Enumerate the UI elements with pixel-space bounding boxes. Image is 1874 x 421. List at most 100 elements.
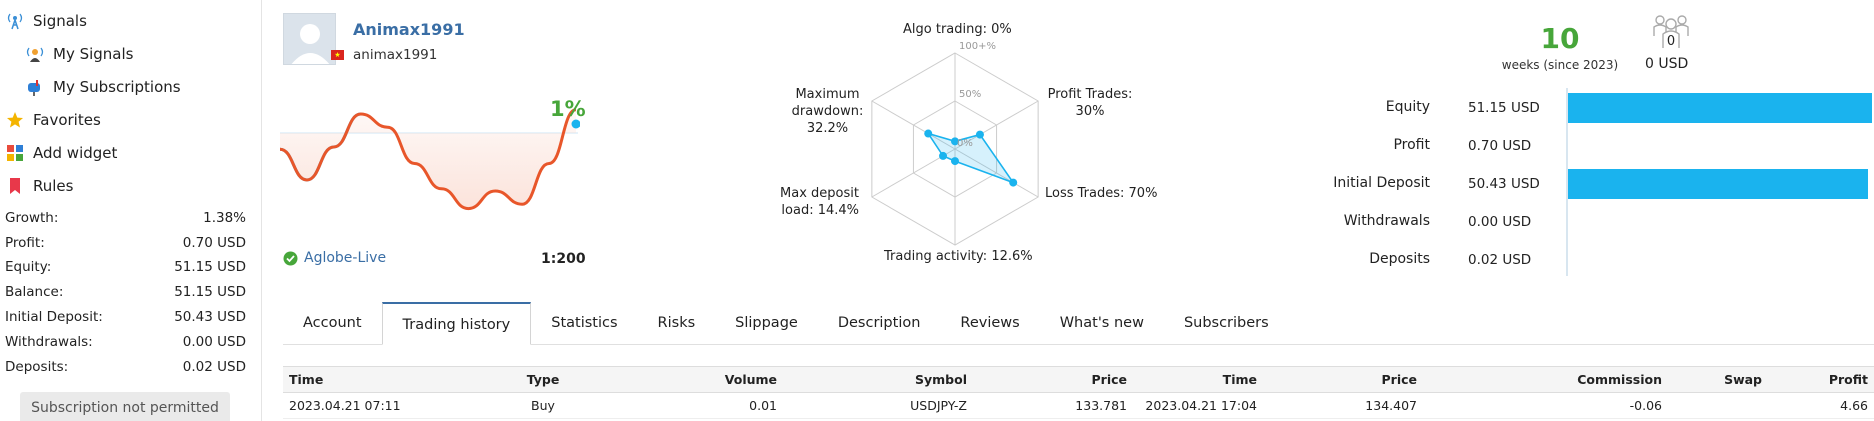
- broker-name: Aglobe-Live: [304, 250, 387, 266]
- stat-withdrawals: Withdrawals: 0.00 USD: [5, 334, 246, 350]
- tab-trading-history[interactable]: Trading history: [381, 302, 532, 345]
- author-login: animax1991: [353, 47, 438, 63]
- nav-my-subscriptions-label: My Subscriptions: [53, 78, 181, 96]
- stat-value: 0.70 USD: [182, 235, 246, 251]
- bar-label-equity: Equity: [1385, 99, 1430, 115]
- bar-label-profit: Profit: [1393, 137, 1430, 153]
- weeks-label: weeks (since 2023): [1501, 58, 1619, 72]
- bar-label-initial-deposit: Initial Deposit: [1333, 175, 1430, 191]
- subscribers-usd: 0 USD: [1645, 56, 1689, 72]
- sidebar: Signals My Signals My Subscriptions Favo…: [0, 0, 262, 421]
- col-symbol[interactable]: Symbol: [783, 366, 973, 393]
- avatar[interactable]: [283, 13, 336, 65]
- col-close-time[interactable]: Time: [1133, 366, 1263, 393]
- radar-label-profit-value: 30%: [1075, 104, 1105, 119]
- stat-value: 0.02 USD: [182, 359, 246, 375]
- verified-check-icon: [283, 251, 298, 265]
- tab-risks[interactable]: Risks: [638, 302, 716, 345]
- cell-close-time: 2023.04.21 17:04: [1133, 392, 1263, 419]
- broker-link[interactable]: Aglobe-Live: [283, 250, 386, 266]
- stat-equity: Equity: 51.15 USD: [5, 259, 246, 275]
- stat-value: 51.15 USD: [174, 284, 246, 300]
- radar-label-loss: Loss Trades: 70%: [1045, 186, 1158, 201]
- bar-label-withdrawals: Withdrawals: [1343, 213, 1430, 229]
- stat-value: 50.43 USD: [174, 309, 246, 325]
- tab-description[interactable]: Description: [818, 302, 941, 345]
- bar-value-deposits: 0.02 USD: [1468, 252, 1532, 268]
- bookmark-icon: [5, 176, 25, 196]
- bar-value-initial-deposit: 50.43 USD: [1468, 176, 1540, 192]
- col-commission[interactable]: Commission: [1423, 366, 1668, 393]
- nav-favorites[interactable]: Favorites: [5, 110, 101, 130]
- radar-label-drawdown-2: drawdown:: [791, 104, 864, 119]
- bar-fill-equity: [1567, 93, 1872, 123]
- col-swap[interactable]: Swap: [1668, 366, 1768, 393]
- radar-point: [975, 130, 984, 139]
- stat-initial-deposit: Initial Deposit: 50.43 USD: [5, 309, 246, 325]
- tab-whats-new[interactable]: What's new: [1040, 302, 1164, 345]
- cell-volume: 0.01: [593, 392, 783, 419]
- radar-label-activity: Trading activity: 12.6%: [884, 249, 1033, 264]
- col-volume[interactable]: Volume: [593, 366, 783, 393]
- nav-my-signals[interactable]: My Signals: [25, 44, 133, 64]
- stat-label: Equity:: [5, 259, 52, 275]
- subscription-button[interactable]: Subscription not permitted: [20, 392, 230, 421]
- radar-label-algo: Algo trading: 0%: [903, 22, 1012, 37]
- tab-reviews[interactable]: Reviews: [940, 302, 1039, 345]
- subscribers-count: 0: [1667, 34, 1675, 49]
- tab-slippage[interactable]: Slippage: [715, 302, 818, 345]
- table-row: 2023.04.21 07:11 Buy 0.01 USDJPY-Z 133.7…: [283, 392, 1874, 419]
- cell-swap: [1668, 392, 1768, 419]
- stat-profit: Profit: 0.70 USD: [5, 235, 246, 251]
- stat-value: 51.15 USD: [174, 259, 246, 275]
- radar-ring-0: 0%: [957, 138, 973, 149]
- radar-point: [951, 157, 959, 166]
- weeks-count: 10: [1540, 22, 1580, 55]
- trading-history-table: Time Type Volume Symbol Price Time Price…: [283, 366, 1874, 419]
- star-icon: [5, 110, 25, 130]
- stat-label: Withdrawals:: [5, 334, 93, 350]
- radar-label-drawdown: Maximum drawdown: 32.2%: [780, 86, 875, 137]
- bar-label-deposits: Deposits: [1369, 251, 1430, 267]
- radar-point: [1009, 178, 1018, 187]
- col-type[interactable]: Type: [493, 366, 593, 393]
- cell-symbol: USDJPY-Z: [783, 392, 973, 419]
- tab-statistics[interactable]: Statistics: [531, 302, 637, 345]
- nav-add-widget[interactable]: Add widget: [5, 143, 117, 163]
- stat-label: Initial Deposit:: [5, 309, 103, 325]
- stat-deposits: Deposits: 0.02 USD: [5, 359, 246, 375]
- antenna-icon: [5, 11, 25, 31]
- user-silhouette-icon: [291, 24, 330, 64]
- radar-label-deposit-load: Max deposit load: 14.4%: [770, 185, 859, 219]
- radar-ring-100: 100+%: [959, 41, 996, 52]
- nav-rules[interactable]: Rules: [5, 176, 73, 196]
- growth-chart: [280, 108, 580, 211]
- country-flag-icon: ★: [331, 50, 344, 60]
- bar-fill-initial-deposit: [1567, 169, 1868, 199]
- nav-favorites-label: Favorites: [33, 111, 101, 129]
- cell-close-price: 134.407: [1263, 392, 1423, 419]
- nav-my-subscriptions[interactable]: My Subscriptions: [25, 77, 181, 97]
- cell-profit: 4.66: [1768, 392, 1874, 419]
- bar-value-withdrawals: 0.00 USD: [1468, 214, 1532, 230]
- nav-add-widget-label: Add widget: [33, 144, 118, 162]
- nav-rules-label: Rules: [33, 177, 74, 195]
- cell-open-time: 2023.04.21 07:11: [283, 392, 493, 419]
- tab-subscribers[interactable]: Subscribers: [1164, 302, 1289, 345]
- subscribers-icon: 0: [1653, 15, 1689, 49]
- tab-account[interactable]: Account: [283, 302, 382, 345]
- cell-type: Buy: [493, 392, 593, 419]
- col-profit[interactable]: Profit: [1768, 366, 1874, 393]
- bar-value-profit: 0.70 USD: [1468, 138, 1532, 154]
- col-close-price[interactable]: Price: [1263, 366, 1423, 393]
- signal-user-icon: [25, 44, 45, 64]
- radar-point: [939, 151, 948, 160]
- col-open-time[interactable]: Time: [283, 366, 493, 393]
- radar-label-profit: Profit Trades: 30%: [1045, 86, 1135, 120]
- tab-bar: Account Trading history Statistics Risks…: [283, 302, 1289, 345]
- author-name[interactable]: Animax1991: [353, 20, 465, 39]
- radar-point: [924, 129, 933, 138]
- cell-commission: -0.06: [1423, 392, 1668, 419]
- nav-signals[interactable]: Signals: [5, 11, 87, 31]
- col-open-price[interactable]: Price: [973, 366, 1133, 393]
